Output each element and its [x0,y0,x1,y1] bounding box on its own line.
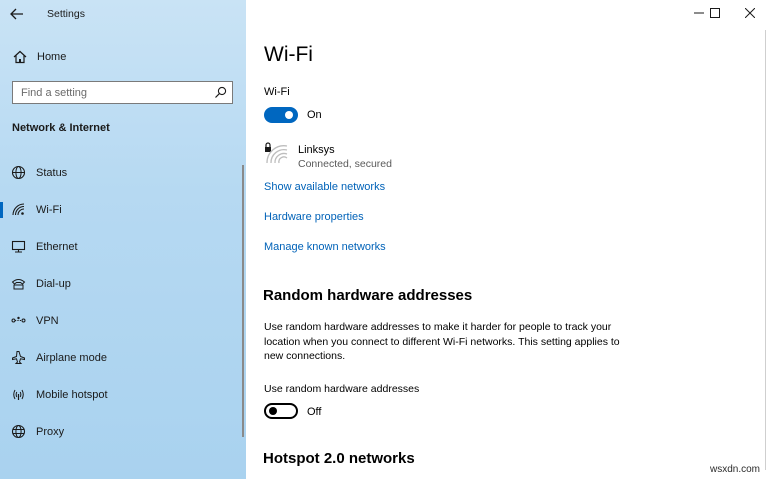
back-button[interactable] [6,4,28,24]
close-button[interactable] [734,2,766,24]
sidebar-item-mobile-hotspot[interactable]: Mobile hotspot [0,380,240,410]
sidebar-item-vpn[interactable]: VPN [0,306,240,336]
sidebar-item-label: Wi-Fi [36,204,62,216]
random-hardware-heading: Random hardware addresses [263,287,473,304]
app-title: Settings [47,8,85,20]
airplane-icon [12,351,25,364]
section-heading: Network & Internet [12,122,110,134]
title-bar-left: Settings [0,0,246,28]
hotspot-icon [13,389,24,400]
sidebar-scrollbar[interactable] [242,165,244,437]
content-pane: Wi-Fi Wi-Fi On Linksys Connected, secure… [246,0,768,479]
sidebar-item-proxy[interactable]: Proxy [0,417,240,447]
home-icon [13,50,27,64]
random-hardware-description: Use random hardware addresses to make it… [264,321,620,362]
content-scrollbar[interactable] [765,30,766,470]
sidebar-item-dialup[interactable]: Dial-up [0,269,240,299]
sidebar-item-label: Status [36,167,68,179]
navigation-pane: Settings Home Find a setting Network & I… [0,0,246,479]
page-title: Wi-Fi [264,43,313,66]
sidebar-item-label: VPN [36,315,59,327]
sidebar-item-ethernet[interactable]: Ethernet [0,232,240,262]
close-icon [745,8,755,18]
wifi-toggle-state: On [307,109,322,121]
watermark: wsxdn.com [709,464,760,475]
toggle-knob [269,407,277,415]
sidebar-item-status[interactable]: Status [0,158,240,188]
sidebar-item-label: Proxy [36,426,65,438]
sidebar-item-label: Ethernet [36,241,78,253]
vpn-icon [11,316,26,323]
sidebar-item-label: Mobile hotspot [36,389,108,401]
home-label: Home [37,51,67,63]
manage-known-networks-link[interactable]: Manage known networks [264,241,386,253]
home-button[interactable]: Home [0,44,246,70]
search-icon [215,86,227,98]
network-name: Linksys [298,144,335,156]
sidebar-item-label: Dial-up [36,278,71,290]
hardware-properties-link[interactable]: Hardware properties [264,211,364,223]
search-input[interactable]: Find a setting [12,81,233,104]
random-hardware-toggle-label: Use random hardware addresses [264,383,420,395]
wifi-icon [12,203,25,216]
wifi-toggle[interactable] [264,107,298,123]
random-hardware-toggle[interactable] [264,403,298,419]
maximize-button[interactable] [699,2,731,24]
secured-wifi-icon [265,142,288,164]
dialup-icon [11,279,26,290]
globe-icon [11,165,26,180]
network-status: Connected, secured [298,158,392,170]
sidebar-item-wifi[interactable]: Wi-Fi [0,195,240,225]
random-hardware-toggle-state: Off [307,406,322,418]
maximize-icon [710,8,720,18]
ethernet-icon [11,240,26,253]
wifi-toggle-label: Wi-Fi [264,86,290,98]
show-available-networks-link[interactable]: Show available networks [264,181,385,193]
sidebar-item-airplane-mode[interactable]: Airplane mode [0,343,240,373]
toggle-knob [285,111,293,119]
proxy-icon [11,424,26,439]
back-arrow-icon [10,8,23,20]
search-placeholder: Find a setting [21,87,88,99]
hotspot-heading: Hotspot 2.0 networks [263,450,415,467]
sidebar-item-label: Airplane mode [36,352,107,364]
